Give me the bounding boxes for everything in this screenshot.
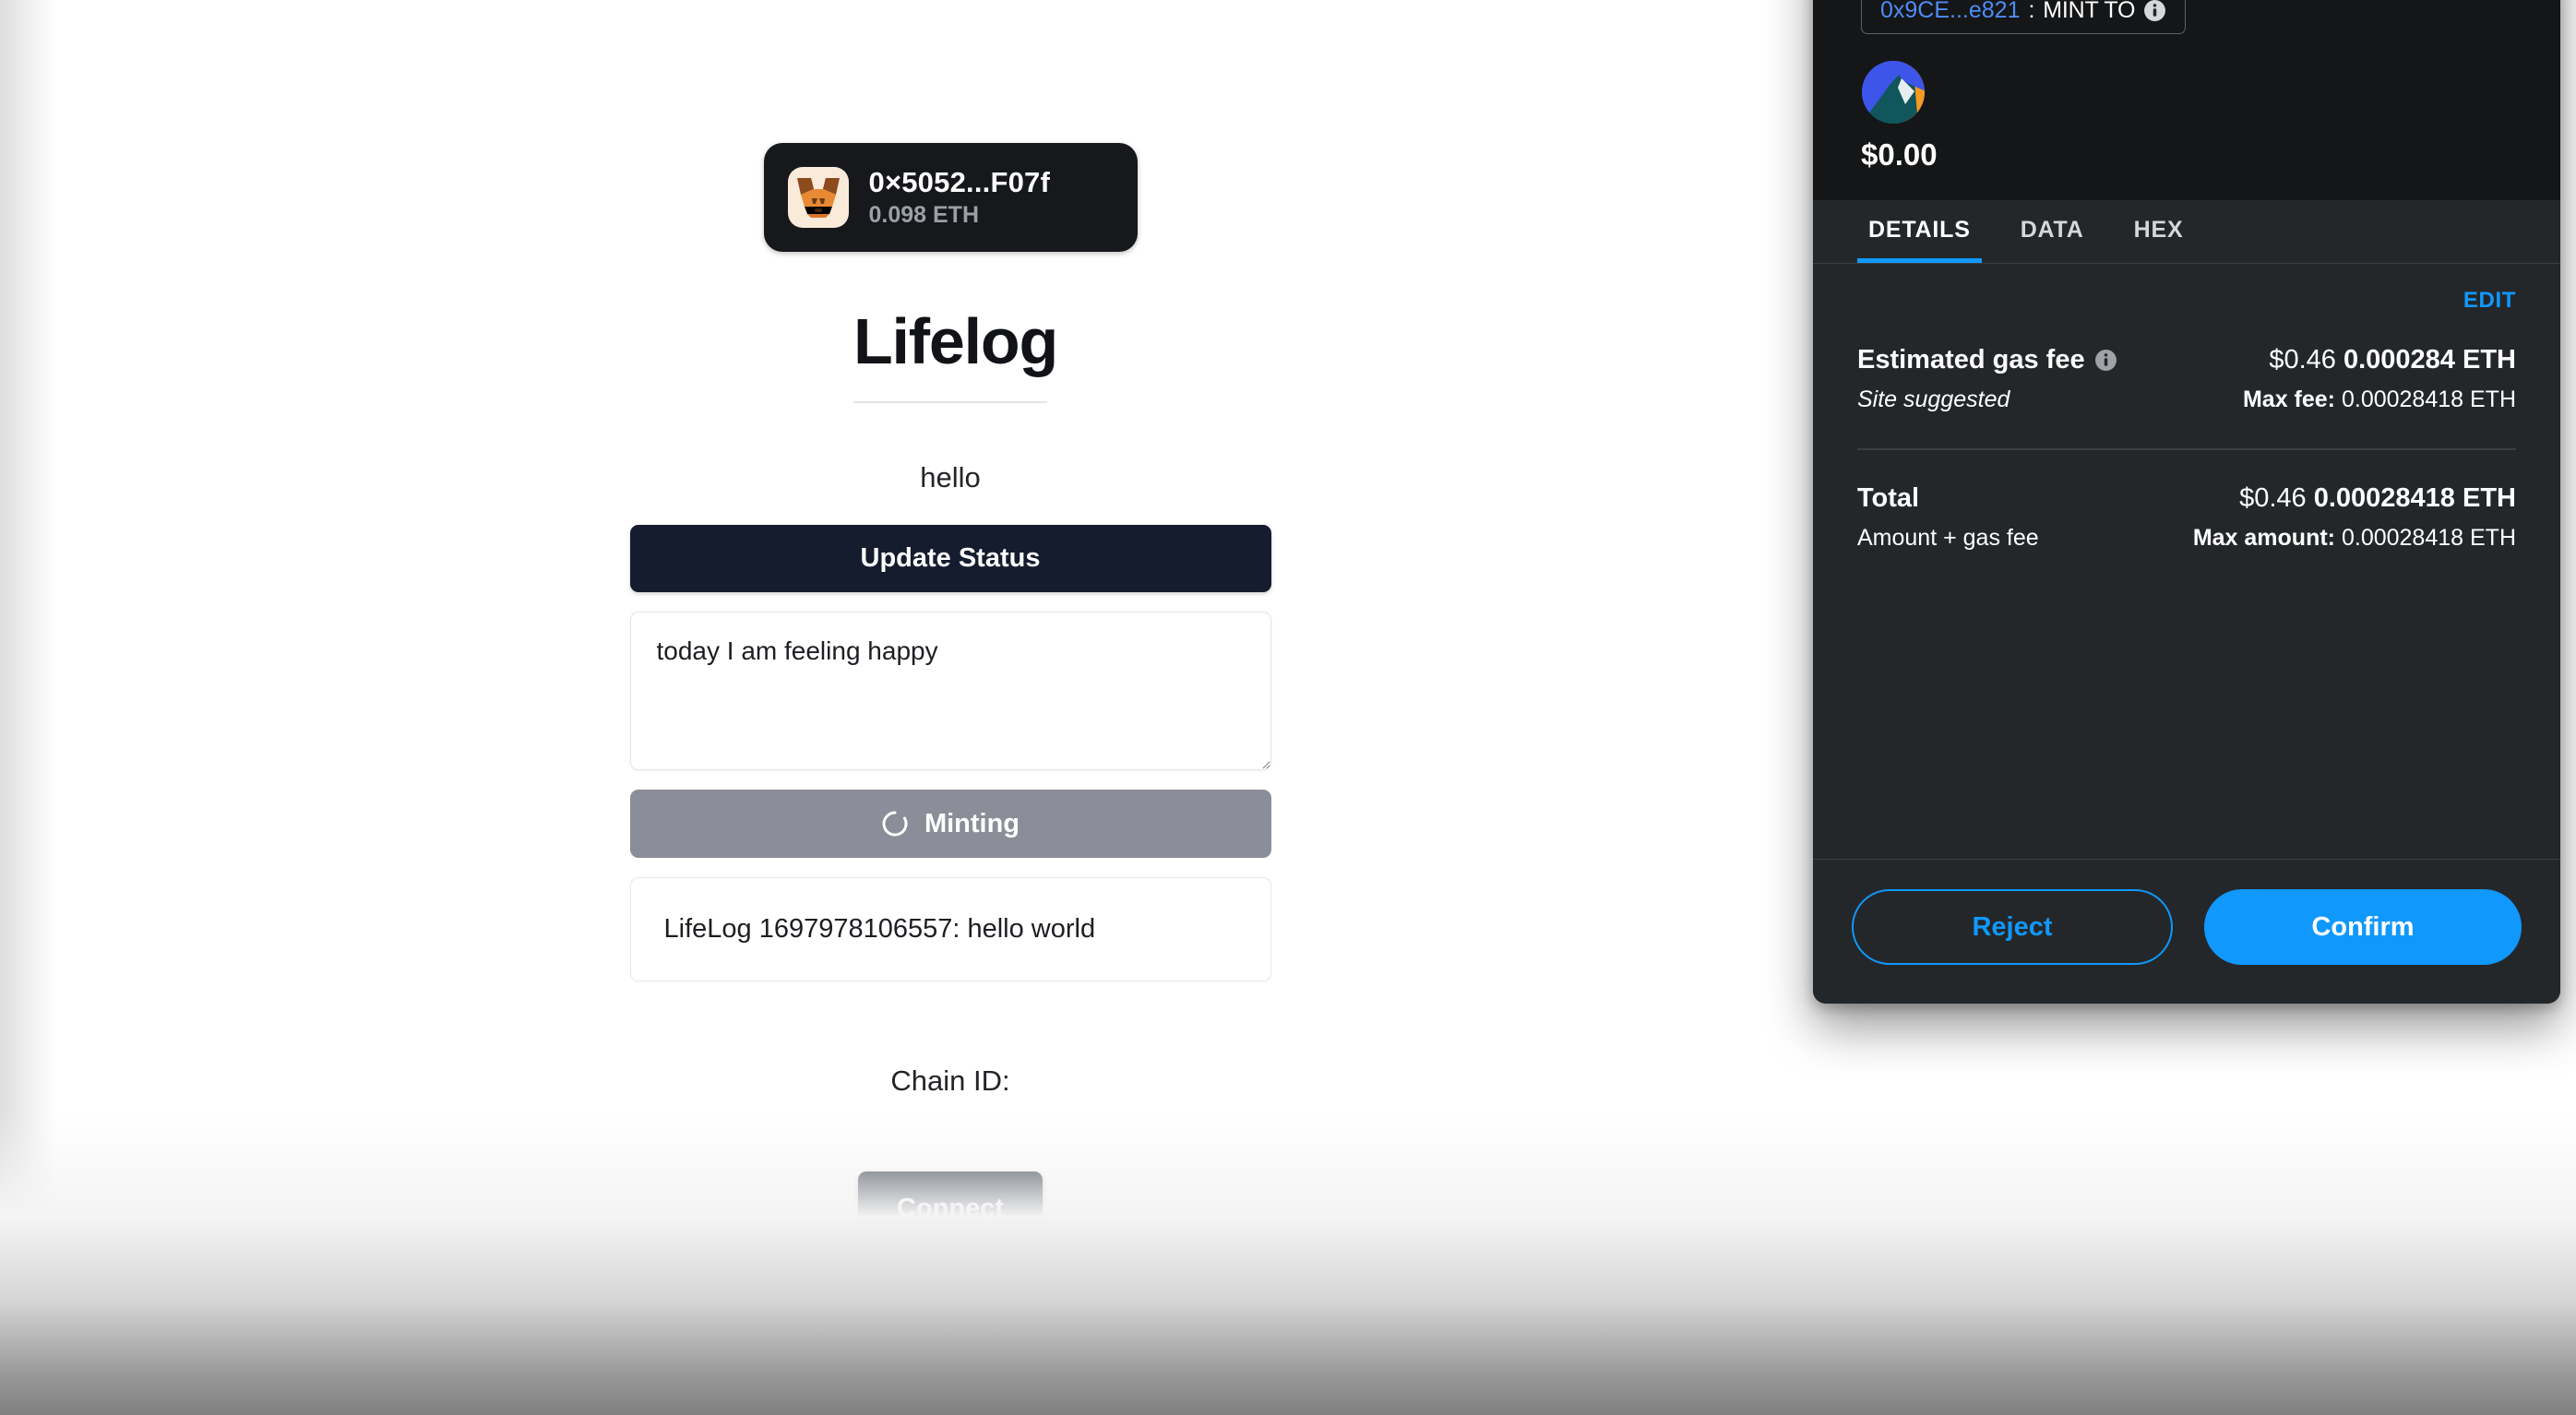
- mint-to-separator: :: [2028, 0, 2035, 23]
- spinner-icon: [881, 810, 909, 838]
- total-fiat: $0.46: [2239, 482, 2307, 513]
- tab-details[interactable]: DETAILS: [1857, 200, 1982, 263]
- reject-button[interactable]: Reject: [1852, 889, 2173, 965]
- metamask-fox-icon: [787, 167, 849, 228]
- metamask-footer: Reject Confirm: [1813, 859, 2560, 1004]
- current-status-text: hello: [920, 461, 981, 493]
- status-form: Update Status Minting LifeLog 1697978106…: [629, 525, 1271, 981]
- max-amount-group: Max amount: 0.00028418 ETH: [2193, 525, 2516, 552]
- tab-data[interactable]: DATA: [2010, 200, 2095, 263]
- token-row: $0.00: [1861, 60, 2512, 172]
- confirm-button[interactable]: Confirm: [2204, 889, 2522, 965]
- chain-id-label: Chain ID:: [890, 1064, 1009, 1098]
- dapp-page: 0×5052...F07f 0.098 ETH Lifelog hello Up…: [0, 0, 1901, 1415]
- total-subrow: Amount + gas fee Max amount: 0.00028418 …: [1857, 525, 2516, 552]
- mint-to-address[interactable]: 0x9CE...e821: [1880, 0, 2021, 24]
- max-amount-label: Max amount:: [2192, 524, 2336, 551]
- title-divider: [853, 401, 1047, 403]
- info-icon[interactable]: [2143, 0, 2166, 22]
- lifelog-entry: LifeLog 1697978106557: hello world: [629, 877, 1271, 981]
- gas-fee-value-group: $0.46 0.000284 ETH: [2269, 345, 2516, 375]
- update-status-button[interactable]: Update Status: [629, 525, 1271, 592]
- status-input[interactable]: [629, 612, 1271, 770]
- gas-fee-source: Site suggested: [1857, 386, 2010, 412]
- chain-id-text: Chain ID:: [890, 1064, 1010, 1097]
- total-label: Total: [1857, 482, 1920, 513]
- gas-fee-label: Estimated gas fee: [1857, 345, 2085, 375]
- tab-hex[interactable]: HEX: [2123, 200, 2195, 263]
- total-value-group: $0.46 0.00028418 ETH: [2239, 483, 2516, 514]
- mint-to-pill[interactable]: 0x9CE...e821 : MINT TO: [1861, 0, 2187, 34]
- metamask-details-panel: EDIT Estimated gas fee $0.46 0.000284 ET…: [1813, 264, 2560, 859]
- max-fee-value: 0.00028418 ETH: [2341, 386, 2516, 412]
- info-icon[interactable]: [2094, 349, 2117, 372]
- mint-to-label: MINT TO: [2043, 0, 2136, 23]
- gas-fee-label-group: Estimated gas fee: [1857, 345, 2117, 375]
- metamask-confirmation-popup: 0x9CE...e821 : MINT TO $0.00 DETAILS DAT…: [1813, 0, 2560, 1004]
- network-token-icon: [1861, 60, 1926, 125]
- gas-fee-row: Estimated gas fee $0.46 0.000284 ETH: [1857, 345, 2516, 375]
- account-balance: 0.098 ETH: [868, 202, 980, 229]
- edit-gas-link[interactable]: EDIT: [1857, 288, 2516, 314]
- gas-fee-subrow: Site suggested Max fee: 0.00028418 ETH: [1857, 386, 2516, 413]
- connect-button[interactable]: Connect: [858, 1171, 1043, 1245]
- total-row: Total $0.46 0.00028418 ETH: [1857, 483, 2516, 514]
- lifelog-entry-text: LifeLog 1697978106557: hello world: [663, 914, 1096, 944]
- details-divider: [1857, 448, 2516, 450]
- minting-button-label: Minting: [924, 808, 1020, 838]
- metamask-tabs: DETAILS DATA HEX: [1813, 200, 2560, 264]
- gas-fee-fiat: $0.46: [2269, 345, 2336, 375]
- transaction-amount: $0.00: [1861, 137, 1938, 172]
- title-block: Lifelog: [853, 305, 1058, 403]
- total-crypto: 0.00028418 ETH: [2313, 482, 2516, 513]
- total-description: Amount + gas fee: [1857, 524, 2039, 551]
- max-amount-value: 0.00028418 ETH: [2341, 524, 2516, 551]
- max-fee-group: Max fee: 0.00028418 ETH: [2243, 386, 2516, 413]
- gas-fee-crypto: 0.000284 ETH: [2343, 345, 2516, 375]
- minting-button: Minting: [629, 790, 1271, 858]
- account-address: 0×5052...F07f: [868, 165, 1050, 198]
- metamask-popup-header: 0x9CE...e821 : MINT TO $0.00: [1813, 0, 2560, 200]
- account-badge[interactable]: 0×5052...F07f 0.098 ETH: [763, 143, 1138, 252]
- max-fee-label: Max fee:: [2242, 386, 2336, 412]
- page-title: Lifelog: [853, 305, 1058, 377]
